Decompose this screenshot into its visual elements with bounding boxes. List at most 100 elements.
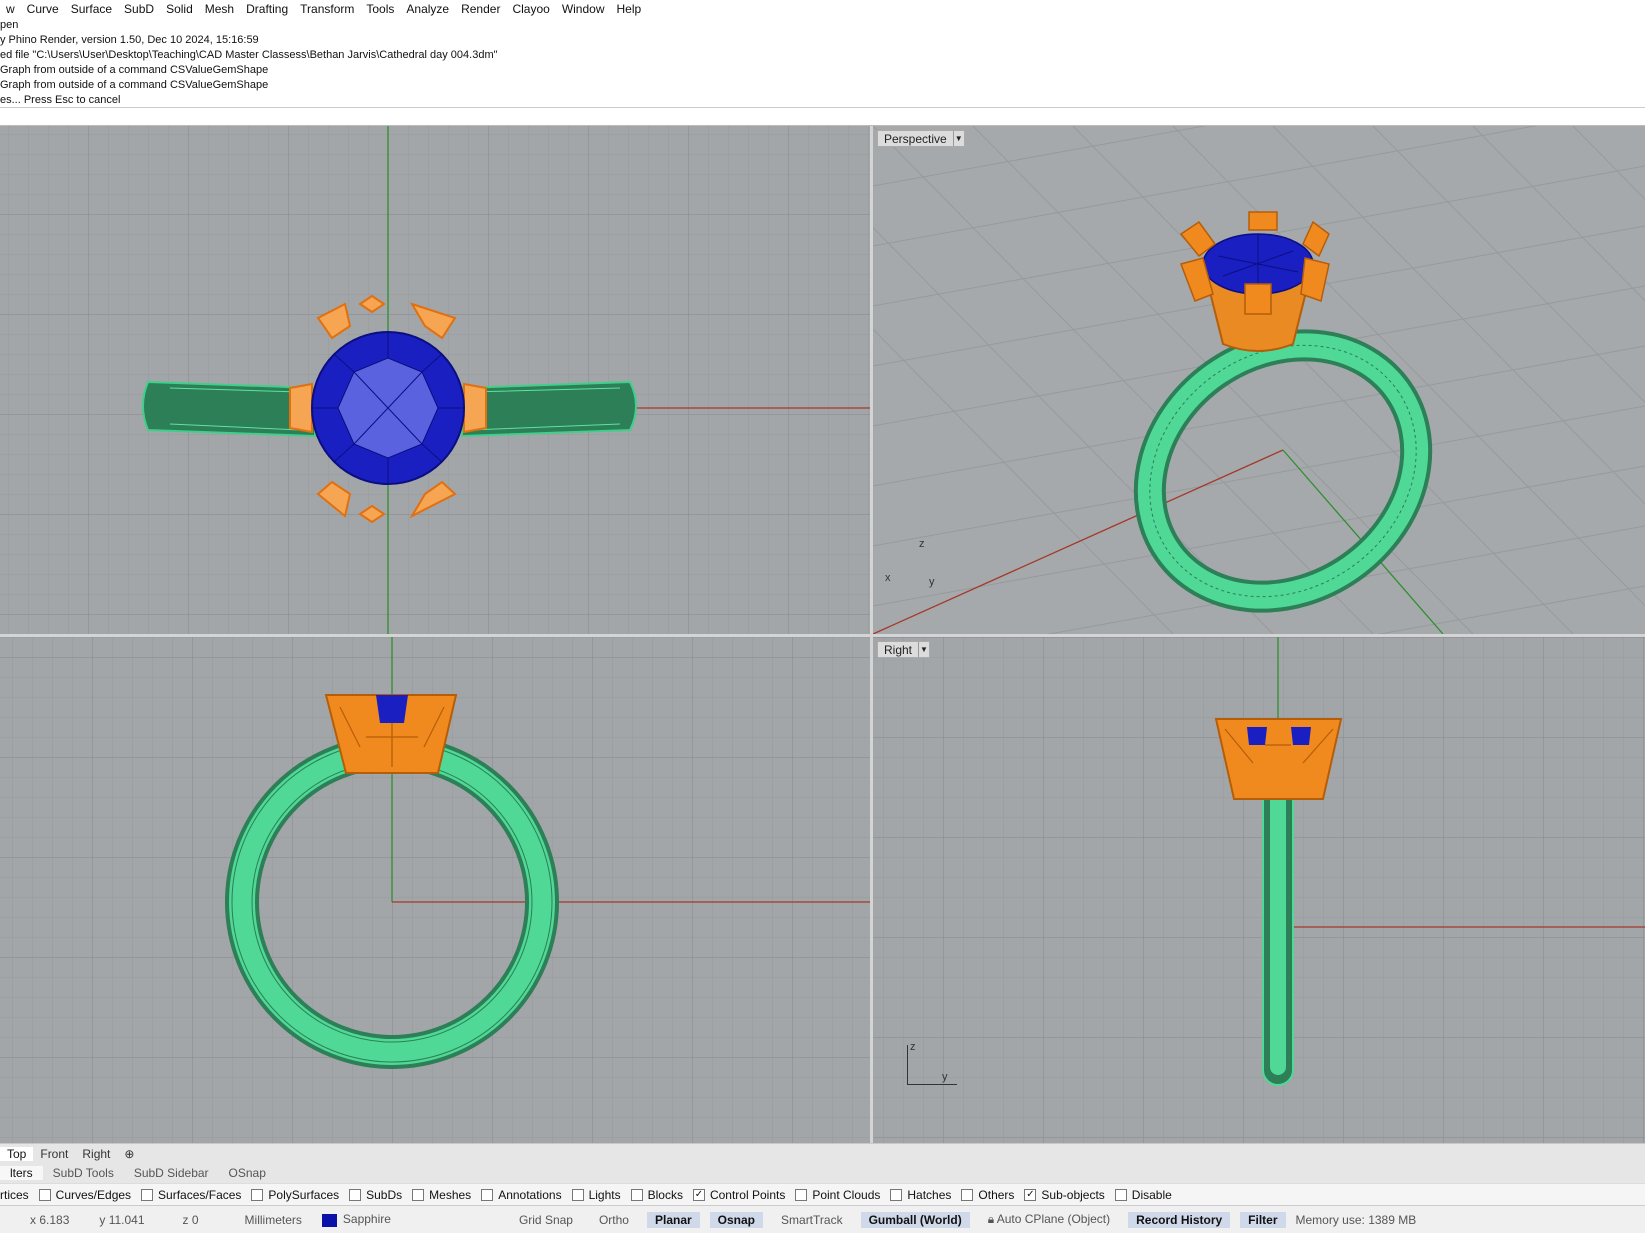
tab-top[interactable]: Top	[0, 1146, 34, 1161]
filter-point-clouds[interactable]: Point Clouds	[795, 1188, 880, 1202]
tab-subd-sidebar[interactable]: SubD Sidebar	[124, 1166, 219, 1180]
viewport-right[interactable]: Right ▼ z y	[873, 637, 1645, 1143]
menu-clayoo[interactable]: Clayoo	[506, 0, 555, 18]
checkbox[interactable]	[630, 1188, 643, 1201]
filter-annotations[interactable]: Annotations	[481, 1187, 562, 1202]
viewport-top[interactable]	[0, 126, 870, 634]
checkbox-checked[interactable]: ✓	[692, 1188, 705, 1201]
command-history-line: pen	[0, 19, 19, 31]
menu-render[interactable]: Render	[455, 0, 506, 18]
axis-label-y: y	[929, 576, 935, 588]
checkbox[interactable]	[412, 1188, 425, 1201]
tab-filters[interactable]: lters	[0, 1166, 43, 1180]
viewport-perspective[interactable]: Perspective ▼ z x y	[873, 126, 1645, 634]
menu-surface[interactable]: Surface	[65, 0, 118, 18]
viewport-perspective-tab[interactable]: Perspective ▼	[877, 130, 965, 147]
filter-subds[interactable]: SubDs	[349, 1188, 402, 1202]
units-label[interactable]: Millimeters	[245, 1213, 302, 1227]
toggle-auto-cplane[interactable]: 🔒︎ Auto CPlane (Object)	[980, 1211, 1118, 1228]
filter-polysurfaces[interactable]: PolySurfaces	[251, 1188, 339, 1202]
filter-label: Control Points	[709, 1187, 786, 1202]
chevron-down-icon[interactable]: ▼	[918, 642, 929, 657]
tab-front[interactable]: Front	[33, 1147, 75, 1161]
menu-bar: w Curve Surface SubD Solid Mesh Drafting…	[0, 0, 1645, 18]
command-history-line: Graph from outside of a command CSValueG…	[0, 79, 269, 91]
toggle-smarttrack[interactable]: SmartTrack	[773, 1212, 851, 1228]
tab-subd-tools[interactable]: SubD Tools	[43, 1166, 124, 1180]
menu-subd[interactable]: SubD	[118, 0, 160, 18]
coord-x: x 6.183	[30, 1212, 70, 1227]
layer-name: Sapphire	[342, 1212, 391, 1227]
toggle-osnap[interactable]: Osnap	[709, 1211, 764, 1228]
filter-others[interactable]: Others	[961, 1188, 1014, 1202]
menu-curve[interactable]: Curve	[21, 0, 65, 18]
filter-vertices[interactable]: rtices	[0, 1188, 29, 1202]
add-viewport-icon[interactable]: ⊕	[117, 1147, 141, 1161]
layer-indicator[interactable]: Sapphire	[321, 1212, 391, 1227]
menu-window[interactable]: Window	[556, 0, 611, 18]
checkbox[interactable]	[571, 1188, 584, 1201]
viewport-front[interactable]	[0, 637, 870, 1143]
toggle-planar[interactable]: Planar	[646, 1211, 700, 1228]
filter-blocks[interactable]: Blocks	[630, 1187, 683, 1202]
menu-help[interactable]: Help	[611, 0, 648, 18]
checkbox[interactable]	[38, 1188, 51, 1201]
checkbox[interactable]	[251, 1188, 264, 1201]
viewport-right-label: Right	[884, 642, 913, 657]
command-prompt[interactable]	[0, 108, 1645, 126]
menu-mesh[interactable]: Mesh	[199, 0, 240, 18]
viewport-area: Perspective ▼ z x y Right ▼ z y	[0, 126, 1645, 1143]
menu-view[interactable]: w	[0, 0, 21, 18]
checkbox[interactable]	[481, 1188, 494, 1201]
checkbox[interactable]	[961, 1188, 974, 1201]
filter-curves-edges[interactable]: Curves/Edges	[38, 1188, 131, 1202]
coord-z: z 0	[182, 1212, 199, 1227]
filter-control-points[interactable]: ✓ Control Points	[692, 1187, 786, 1202]
coord-y: y 11.041	[99, 1212, 145, 1227]
ring-right	[1262, 766, 1294, 1086]
menu-drafting[interactable]: Drafting	[240, 0, 294, 18]
chevron-down-icon[interactable]: ▼	[952, 131, 964, 146]
checkbox[interactable]	[141, 1188, 154, 1201]
filter-label: Sub-objects	[1041, 1187, 1105, 1202]
filter-disable[interactable]: Disable	[1114, 1187, 1172, 1202]
menu-tools[interactable]: Tools	[360, 0, 400, 18]
tab-right[interactable]: Right	[75, 1147, 117, 1161]
menu-analyze[interactable]: Analyze	[400, 0, 455, 18]
filter-lights[interactable]: Lights	[571, 1188, 621, 1202]
axis-triad-right: z y	[907, 1041, 957, 1085]
toggle-record-history[interactable]: Record History	[1128, 1211, 1231, 1228]
checkbox[interactable]	[795, 1188, 808, 1201]
toggle-filter[interactable]: Filter	[1240, 1211, 1286, 1228]
checkbox[interactable]	[349, 1188, 362, 1201]
checkbox[interactable]	[890, 1188, 903, 1201]
panel-tabs: lters SubD Tools SubD Sidebar OSnap	[0, 1163, 1645, 1183]
filter-meshes[interactable]: Meshes	[412, 1188, 471, 1202]
tab-osnap[interactable]: OSnap	[219, 1166, 276, 1180]
filter-surfaces-faces[interactable]: Surfaces/Faces	[141, 1188, 241, 1202]
filter-label: Disable	[1131, 1187, 1172, 1202]
crown-front	[324, 694, 458, 774]
axis-label-z: z	[910, 1041, 916, 1053]
command-history-line: ed file "C:\Users\User\Desktop\Teaching\…	[0, 49, 498, 61]
axis-triad: z x y	[885, 538, 945, 598]
filter-label: Others	[978, 1187, 1015, 1202]
checkbox-checked[interactable]: ✓	[1024, 1188, 1037, 1201]
axis-label-y: y	[942, 1071, 948, 1083]
crown-right	[1214, 718, 1343, 800]
filter-label: Annotations	[498, 1187, 562, 1202]
menu-transform[interactable]: Transform	[294, 0, 360, 18]
viewport-top-canvas	[0, 126, 870, 634]
checkbox[interactable]	[1114, 1188, 1127, 1201]
filter-label: Blocks	[647, 1187, 683, 1202]
toggle-grid-snap[interactable]: Grid Snap	[511, 1212, 581, 1228]
filter-hatches[interactable]: Hatches	[890, 1188, 951, 1202]
viewport-right-canvas	[873, 637, 1645, 1143]
filter-sub-objects[interactable]: ✓ Sub-objects	[1024, 1187, 1105, 1202]
toggle-ortho[interactable]: Ortho	[591, 1212, 637, 1228]
filter-label: Point Clouds	[812, 1187, 881, 1202]
menu-solid[interactable]: Solid	[160, 0, 199, 18]
viewport-perspective-canvas	[873, 126, 1645, 634]
viewport-right-tab[interactable]: Right ▼	[877, 641, 931, 658]
toggle-gumball[interactable]: Gumball (World)	[860, 1211, 970, 1228]
